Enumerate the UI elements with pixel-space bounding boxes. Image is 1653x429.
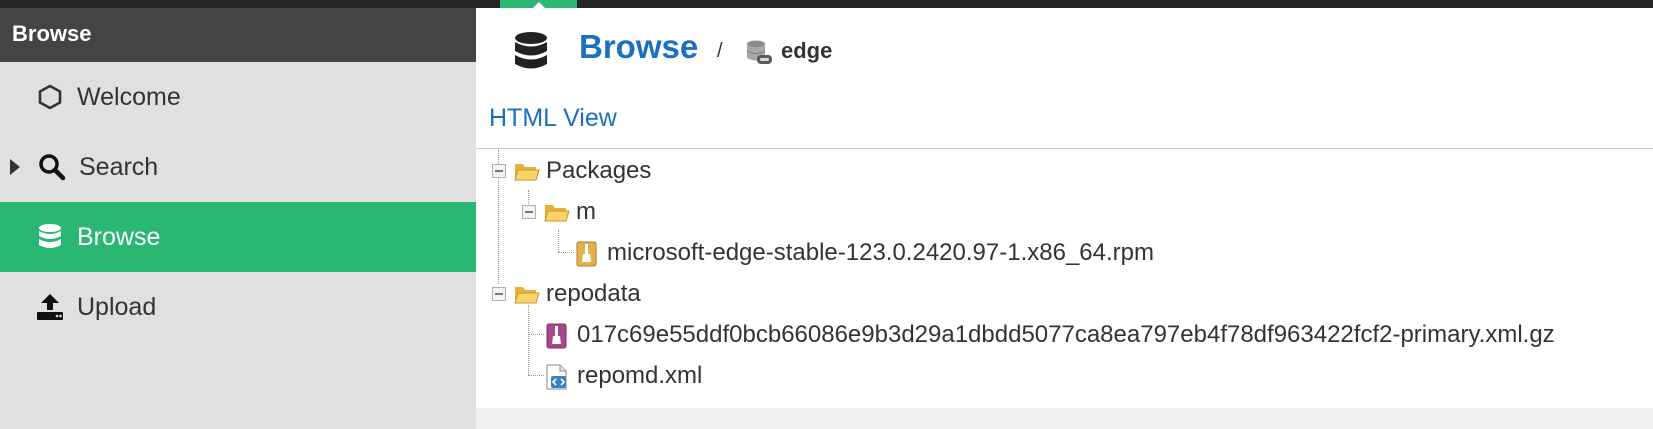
sidebar-item-label: Browse — [77, 222, 161, 251]
tree-node-label: repomd.xml — [577, 362, 703, 389]
title-bar: Browse / edge — [476, 8, 1653, 100]
tree-connector — [528, 305, 529, 375]
xml-file-icon — [545, 364, 571, 390]
database-icon — [512, 30, 550, 74]
sidebar-item-label: Welcome — [77, 82, 181, 111]
tree-connector — [558, 230, 559, 252]
tree-node-label: m — [576, 198, 596, 225]
sidebar-item-label: Search — [79, 152, 159, 181]
sidebar-header: Browse — [0, 8, 476, 62]
tree-node-folder[interactable]: repodata — [514, 274, 641, 314]
sidebar-item-label: Upload — [77, 292, 157, 321]
collapse-toggle[interactable] — [522, 205, 536, 219]
tree-node-file[interactable]: microsoft-edge-stable-123.0.2420.97-1.x8… — [575, 233, 1154, 273]
tree-node-label: microsoft-edge-stable-123.0.2420.97-1.x8… — [607, 239, 1154, 266]
sidebar-item-search[interactable]: Search — [0, 132, 476, 202]
tree-node-folder[interactable]: Packages — [514, 151, 651, 191]
footer-area — [476, 408, 1653, 429]
tree-node-file[interactable]: 017c69e55ddf0bcb66086e9b3d29a1dbdd5077ca… — [545, 315, 1555, 355]
page-title: Browse — [579, 28, 699, 65]
sidebar-item-browse[interactable]: Browse — [0, 202, 476, 272]
folder-open-icon — [514, 159, 540, 183]
tree-node-label: 017c69e55ddf0bcb66086e9b3d29a1dbdd5077ca… — [577, 321, 1555, 348]
tree-node-label: Packages — [546, 157, 652, 184]
folder-open-icon — [544, 200, 570, 224]
expand-caret-icon[interactable] — [10, 159, 20, 175]
tree-connector — [558, 252, 574, 253]
database-icon — [36, 223, 64, 251]
hexagon-icon — [36, 83, 64, 111]
repository-icon — [744, 38, 774, 68]
active-mode-indicator[interactable] — [500, 0, 577, 8]
tree-node-label: repodata — [546, 280, 641, 307]
tree-connector — [528, 375, 544, 376]
sidebar: Browse Welcome Search Browse Upload — [0, 8, 476, 429]
archive-file-icon — [545, 323, 571, 349]
upload-icon — [36, 293, 64, 321]
breadcrumb-repository[interactable]: edge — [781, 38, 832, 64]
tree-node-file[interactable]: repomd.xml — [545, 356, 702, 396]
html-view-link[interactable]: HTML View — [489, 104, 617, 133]
collapse-toggle[interactable] — [492, 164, 506, 178]
folder-open-icon — [514, 282, 540, 306]
sidebar-item-upload[interactable]: Upload — [0, 272, 476, 342]
tree-connector — [528, 334, 544, 335]
tree-node-folder[interactable]: m — [544, 192, 596, 232]
search-icon — [38, 153, 66, 181]
divider — [476, 148, 1653, 149]
breadcrumb-separator: / — [717, 40, 723, 62]
sidebar-item-welcome[interactable]: Welcome — [0, 62, 476, 132]
file-tree: Packages m microsoft-edge-stable-123.0.2… — [476, 150, 1653, 408]
main-panel: Browse / edge HTML View Packages m micro… — [476, 8, 1653, 408]
top-bar — [0, 0, 1653, 8]
rpm-file-icon — [575, 241, 601, 267]
collapse-toggle[interactable] — [492, 287, 506, 301]
